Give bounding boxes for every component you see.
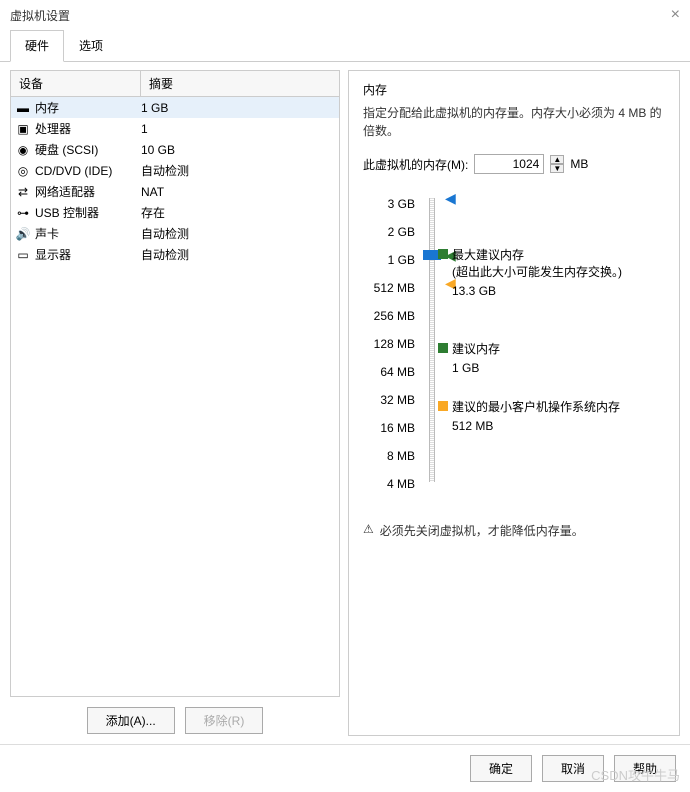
device-summary: 自动检测 xyxy=(141,246,335,263)
device-name: 处理器 xyxy=(35,120,141,137)
header-device: 设备 xyxy=(11,71,141,96)
memory-unit: MB xyxy=(570,157,588,171)
device-row-usb[interactable]: ⊶ USB 控制器存在 xyxy=(11,202,339,223)
memory-label: 此虚拟机的内存(M): xyxy=(363,156,468,173)
device-row-network[interactable]: ⇄ 网络适配器NAT xyxy=(11,181,339,202)
tab-options[interactable]: 选项 xyxy=(64,30,118,61)
memory-input[interactable] xyxy=(474,154,544,174)
device-list: 设备 摘要 ▬ 内存1 GB ▣ 处理器1 ◉ 硬盘 (SCSI)10 GB ◎ CD/DVD… xyxy=(10,70,340,697)
memory-spinner[interactable]: ▲▼ xyxy=(550,155,564,173)
spinner-up-icon[interactable]: ▲ xyxy=(550,155,564,164)
device-name: 内存 xyxy=(35,99,141,116)
close-icon[interactable]: × xyxy=(671,6,680,24)
device-name: 网络适配器 xyxy=(35,183,141,200)
device-row-disk[interactable]: ◉ 硬盘 (SCSI)10 GB xyxy=(11,139,339,160)
tick-label: 1 GB xyxy=(363,246,423,274)
ok-button[interactable]: 确定 xyxy=(470,755,532,782)
spinner-down-icon[interactable]: ▼ xyxy=(550,164,564,173)
legend-max: 最大建议内存 (超出此大小可能发生内存交换。) 13.3 GB xyxy=(438,246,622,298)
tick-label: 256 MB xyxy=(363,302,423,330)
memory-title: 内存 xyxy=(363,81,665,98)
tick-label: 16 MB xyxy=(363,414,423,442)
cancel-button[interactable]: 取消 xyxy=(542,755,604,782)
memory-slider-area: 3 GB2 GB1 GB512 MB256 MB128 MB64 MB32 MB… xyxy=(363,190,665,498)
legend-green-icon xyxy=(438,249,448,259)
device-row-sound[interactable]: 🔊 声卡自动检测 xyxy=(11,223,339,244)
memory-input-row: 此虚拟机的内存(M): ▲▼ MB xyxy=(363,154,665,174)
legend-yellow-icon xyxy=(438,401,448,411)
marker-blue-icon: ◀ xyxy=(445,190,456,207)
memory-desc: 指定分配给此虚拟机的内存量。内存大小必须为 4 MB 的倍数。 xyxy=(363,104,665,140)
tick-label: 64 MB xyxy=(363,358,423,386)
tick-label: 3 GB xyxy=(363,190,423,218)
window-title: 虚拟机设置 xyxy=(10,7,70,24)
right-panel: 内存 指定分配给此虚拟机的内存量。内存大小必须为 4 MB 的倍数。 此虚拟机的… xyxy=(348,70,680,736)
tick-label: 128 MB xyxy=(363,330,423,358)
display-icon: ▭ xyxy=(15,248,31,262)
tab-hardware[interactable]: 硬件 xyxy=(10,30,64,62)
tick-label: 2 GB xyxy=(363,218,423,246)
slider-track xyxy=(429,198,435,482)
device-row-cpu[interactable]: ▣ 处理器1 xyxy=(11,118,339,139)
disk-icon: ◉ xyxy=(15,143,31,157)
vm-settings-window: 虚拟机设置 × 硬件 选项 设备 摘要 ▬内存1 GB▣处理器1◉硬盘 (SCS… xyxy=(0,0,690,792)
memory-icon: ▬ xyxy=(15,101,31,115)
memory-slider[interactable]: ◀ ◀ ◀ xyxy=(427,190,437,498)
device-name: USB 控制器 xyxy=(35,204,141,221)
cpu-icon: ▣ xyxy=(15,122,31,136)
tick-label: 4 MB xyxy=(363,470,423,498)
device-row-display[interactable]: ▭ 显示器自动检测 xyxy=(11,244,339,265)
left-panel: 设备 摘要 ▬ 内存1 GB ▣ 处理器1 ◉ 硬盘 (SCSI)10 GB ◎ CD/DVD… xyxy=(10,70,340,736)
device-list-header: 设备 摘要 xyxy=(11,71,339,97)
header-summary: 摘要 xyxy=(141,71,339,96)
warning-icon: ⚠ xyxy=(363,522,374,536)
device-summary: NAT xyxy=(141,185,335,199)
content: 设备 摘要 ▬内存1 GB▣处理器1◉硬盘 (SCSI)10 GB◎CD/DVD… xyxy=(0,62,690,744)
tabs: 硬件 选项 xyxy=(0,30,690,62)
memory-ticks: 3 GB2 GB1 GB512 MB256 MB128 MB64 MB32 MB… xyxy=(363,190,423,498)
device-row-memory[interactable]: ▬ 内存1 GB xyxy=(11,97,339,118)
device-name: CD/DVD (IDE) xyxy=(35,164,141,178)
device-summary: 1 xyxy=(141,122,335,136)
remove-button[interactable]: 移除(R) xyxy=(185,707,264,734)
titlebar: 虚拟机设置 × xyxy=(0,0,690,30)
device-summary: 1 GB xyxy=(141,101,335,115)
legend-rec: 建议内存 1 GB xyxy=(438,340,500,375)
device-buttons: 添加(A)... 移除(R) xyxy=(10,697,340,736)
tick-label: 32 MB xyxy=(363,386,423,414)
tick-label: 8 MB xyxy=(363,442,423,470)
legend-min: 建议的最小客户机操作系统内存 512 MB xyxy=(438,398,620,433)
device-summary: 存在 xyxy=(141,204,335,221)
device-row-cd[interactable]: ◎ CD/DVD (IDE)自动检测 xyxy=(11,160,339,181)
footer: 确定 取消 帮助 xyxy=(0,744,690,792)
add-button[interactable]: 添加(A)... xyxy=(87,707,175,734)
device-name: 硬盘 (SCSI) xyxy=(35,141,141,158)
memory-warning: ⚠ 必须先关闭虚拟机，才能降低内存量。 xyxy=(363,522,665,539)
cd-icon: ◎ xyxy=(15,164,31,178)
help-button[interactable]: 帮助 xyxy=(614,755,676,782)
legend-green2-icon xyxy=(438,343,448,353)
tick-label: 512 MB xyxy=(363,274,423,302)
device-name: 声卡 xyxy=(35,225,141,242)
device-name: 显示器 xyxy=(35,246,141,263)
device-summary: 自动检测 xyxy=(141,162,335,179)
device-summary: 自动检测 xyxy=(141,225,335,242)
device-summary: 10 GB xyxy=(141,143,335,157)
sound-icon: 🔊 xyxy=(15,227,31,241)
network-icon: ⇄ xyxy=(15,185,31,199)
usb-icon: ⊶ xyxy=(15,206,31,220)
